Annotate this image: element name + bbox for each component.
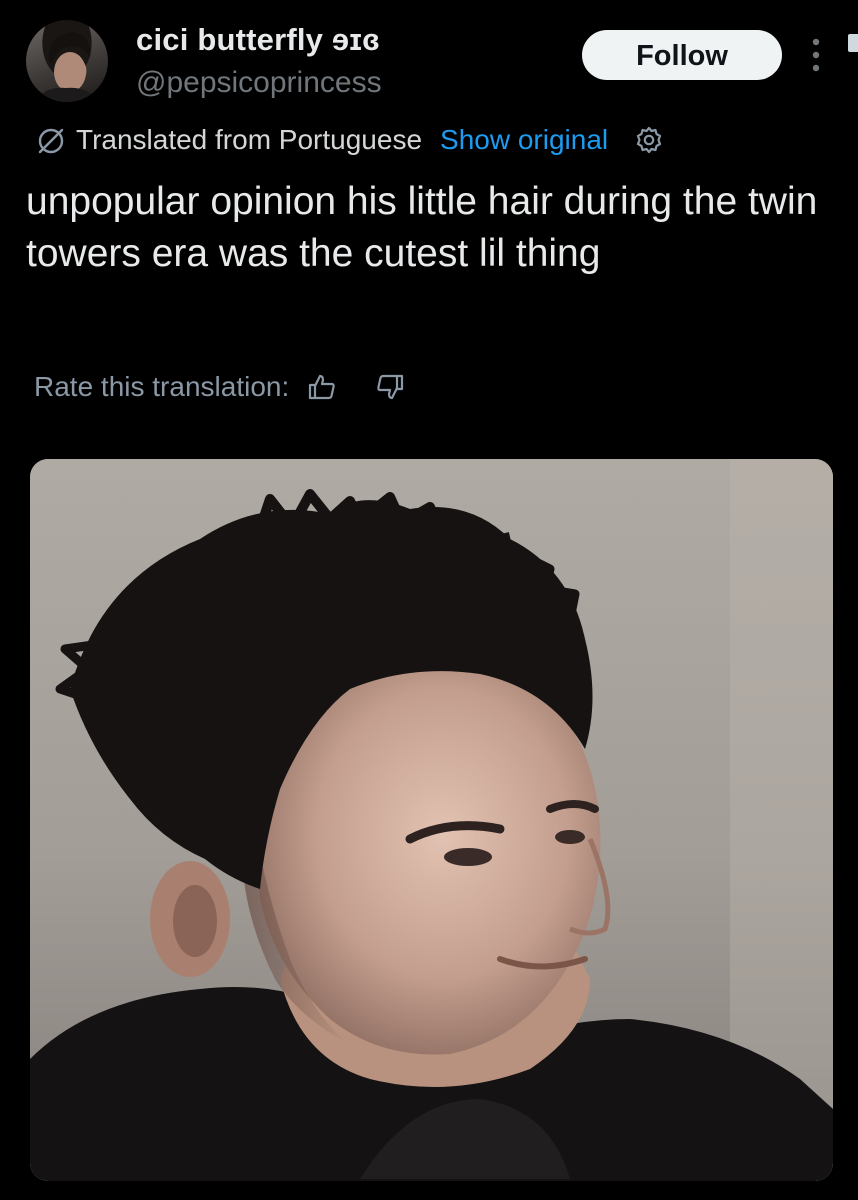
translated-from-label: Translated from Portuguese	[76, 124, 423, 155]
translate-slash-icon	[34, 124, 68, 158]
follow-button[interactable]: Follow	[582, 30, 782, 80]
translation-bar: Translated from Portuguese Show original	[34, 118, 664, 162]
avatar[interactable]	[26, 20, 108, 102]
tweet-text: unpopular opinion his little hair during…	[26, 180, 818, 275]
user-display-name[interactable]: cici butterfly ɘɪɞ	[136, 22, 380, 58]
thumbs-down-icon[interactable]	[375, 372, 405, 402]
rate-translation-label: Rate this translation:	[34, 371, 290, 402]
gear-icon[interactable]	[634, 125, 664, 155]
user-handle[interactable]: @pepsicoprincess	[136, 66, 382, 100]
show-original-link[interactable]: Show original	[440, 124, 608, 156]
thumbs-up-icon[interactable]	[307, 372, 337, 402]
scroll-edge-indicator	[848, 34, 858, 52]
tweet-header: cici butterfly ɘɪɞ @pepsicoprincess Foll…	[0, 0, 858, 112]
rate-translation-row: Rate this translation:	[34, 364, 405, 410]
more-vertical-icon[interactable]	[806, 32, 826, 78]
tweet-photo[interactable]	[30, 459, 833, 1181]
